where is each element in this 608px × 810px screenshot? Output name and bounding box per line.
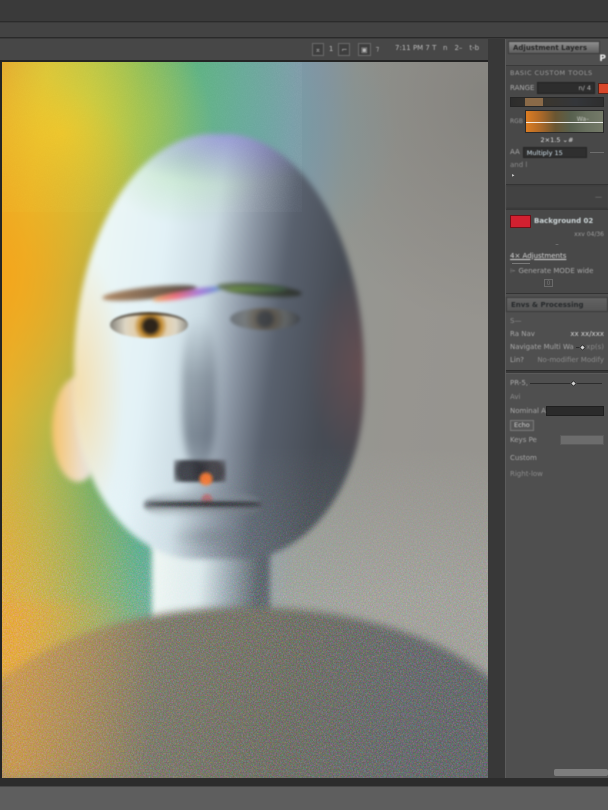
- marquee-tool-icon[interactable]: ⌅: [312, 43, 324, 56]
- basic-panel: BASIC CUSTOM TOOLS RANGE n/ 4 RGB Wa– 2×…: [506, 65, 608, 185]
- line-label: Lin?: [510, 356, 524, 364]
- pr-note: Avi: [510, 392, 521, 401]
- nominal-input[interactable]: [545, 406, 604, 416]
- ramp-caption: Wa–: [576, 116, 589, 123]
- toolbar-btn-2[interactable]: 2–: [452, 43, 464, 54]
- nominal-label: Nominal A: [510, 406, 546, 415]
- mode-text: Generate MODE wide: [518, 266, 594, 275]
- corner-label: P: [599, 54, 606, 64]
- blend-note: and l: [510, 160, 528, 169]
- adjustments-link[interactable]: 4× Adjustments: [510, 252, 566, 261]
- chromatic-philtrum-dot: [200, 492, 214, 508]
- toolbar-group-status: 7:11 PM 7 T: [393, 43, 438, 54]
- canvas-bottom-edge: [0, 778, 608, 786]
- horizontal-scrollbar[interactable]: [554, 769, 608, 776]
- photo-editor-window: ⌅ 1 ⌐ ▣ ⁊ 7:11 PM 7 T n 2– t-b Adjustmen…: [0, 0, 608, 810]
- section-sub: S—: [510, 316, 522, 325]
- slider1-track[interactable]: [575, 343, 587, 352]
- portrait-artwork: [2, 62, 488, 778]
- processing-section-header[interactable]: Envs & Processing: [506, 297, 608, 312]
- line-value: No-modifier Modify: [537, 356, 604, 364]
- chromatic-brow-fringe: [151, 283, 223, 305]
- blend-mode-field[interactable]: Multiply 15: [522, 147, 587, 158]
- toolbar-btn-n[interactable]: n: [441, 43, 449, 54]
- left-eyebrow: [101, 282, 198, 304]
- red-layer-swatch[interactable]: [510, 215, 531, 228]
- custom-label[interactable]: Custom: [510, 454, 537, 463]
- layer-name: Background 02: [534, 217, 594, 225]
- toolbar-group-view: ▣ ⁊: [358, 43, 381, 56]
- crop-tool-icon[interactable]: ⌐: [338, 43, 351, 56]
- chin-shadow: [167, 524, 252, 550]
- neck: [152, 532, 270, 667]
- nostrils: [174, 460, 226, 482]
- list-bullet-icon: ‣: [511, 172, 516, 180]
- orange-color-swatch[interactable]: [598, 82, 608, 94]
- status-readout: 7:11 PM 7 T: [395, 44, 437, 52]
- panel-tab[interactable]: Adjustment Layers: [508, 41, 600, 54]
- basic-panel-title: BASIC CUSTOM TOOLS: [510, 69, 593, 77]
- lips: [144, 490, 262, 520]
- film-grain-texture: [2, 62, 302, 212]
- keys-label: Keys Pe: [510, 435, 537, 444]
- slider1-label: Navigate Multi Wa: [510, 343, 574, 351]
- warm-glow-left: [2, 602, 152, 778]
- right-eyebrow: [216, 280, 303, 300]
- iridescent-speckle-texture: [2, 448, 488, 778]
- image-canvas[interactable]: [2, 62, 488, 778]
- ramp-annotation: 2×1.5 ⌄#: [540, 136, 574, 144]
- separator-dash: –: [555, 240, 559, 248]
- right-brow-fringe: [227, 286, 287, 292]
- toolbar-group-select: ⌅ 1 ⌐: [312, 43, 351, 56]
- color-ramp[interactable]: Wa–: [525, 110, 604, 133]
- status-bar: [0, 786, 608, 810]
- toolbar-btn-tb[interactable]: t-b: [467, 43, 481, 54]
- layer-row[interactable]: Background 02: [510, 215, 604, 228]
- right-sidebar: Adjustment Layers P BASIC CUSTOM TOOLS R…: [506, 39, 608, 786]
- dark-gradient-strip[interactable]: [510, 97, 604, 107]
- nose-shadow: [182, 317, 216, 467]
- pr-slider-thumb[interactable]: [569, 379, 578, 388]
- ramp-midline: [526, 122, 603, 123]
- blend-label: AA: [510, 148, 520, 156]
- echo-chip[interactable]: Echo: [510, 420, 534, 431]
- spectral-background: [2, 62, 488, 778]
- sweater-shoulders: [2, 607, 488, 778]
- layer-meta: xxv 04/36: [574, 231, 604, 238]
- left-ear: [52, 377, 104, 482]
- ramp-channel-label: RGB: [510, 118, 523, 125]
- field-tail-line: [590, 152, 604, 153]
- pr-slider-track[interactable]: [530, 379, 602, 388]
- brown-color-chip[interactable]: [525, 98, 543, 106]
- head: [74, 134, 364, 559]
- keys-value-box[interactable]: [560, 435, 604, 445]
- thumbnail-box-icon[interactable]: ▯: [544, 279, 553, 287]
- snap-icon[interactable]: ⁊: [374, 44, 381, 55]
- right-low-label[interactable]: Right-low: [510, 470, 543, 479]
- processing-properties: S— Ra Nav xx xx/xxx Navigate Multi Wa xp…: [506, 312, 608, 483]
- layers-panel: Background 02 xxv 04/36 – 4× Adjustments…: [506, 209, 608, 294]
- left-eye: [110, 312, 188, 338]
- mode-checkbox-icon[interactable]: ⌲: [510, 267, 515, 276]
- pr-label: PR-5,: [510, 379, 529, 387]
- section-divider: [506, 370, 608, 374]
- range-label: RANGE: [510, 83, 535, 92]
- nav-label: Ra Nav: [510, 330, 535, 338]
- right-eye: [230, 308, 300, 330]
- toolbar-group-right: n 2– t-b: [441, 43, 481, 54]
- lip-line: [148, 502, 260, 506]
- mini-divider: [512, 263, 530, 264]
- nav-value: xx xx/xxx: [570, 330, 604, 338]
- title-bar: [0, 23, 608, 38]
- chromatic-nose-highlight: [198, 470, 214, 488]
- menu-bar[interactable]: [0, 0, 608, 22]
- range-dropdown[interactable]: n/ 4: [537, 82, 595, 94]
- panel-gutter: [488, 39, 506, 786]
- slider1-value: xp(s): [586, 343, 604, 351]
- collapsed-panel[interactable]: —: [506, 185, 608, 209]
- tool-option-1[interactable]: 1: [327, 44, 335, 55]
- grid-view-icon[interactable]: ▣: [358, 43, 371, 56]
